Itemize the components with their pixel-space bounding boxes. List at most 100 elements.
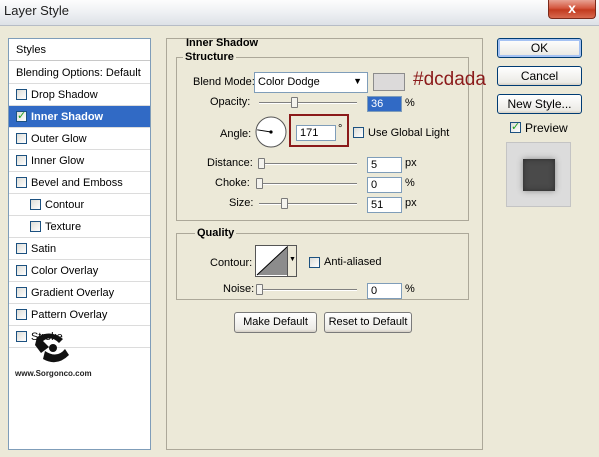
use-global-light-checkbox[interactable] xyxy=(353,127,364,138)
angle-dial[interactable] xyxy=(254,115,288,149)
opacity-unit: % xyxy=(405,97,415,109)
style-item-texture[interactable]: Texture xyxy=(9,216,150,238)
angle-value: 171 xyxy=(300,127,319,139)
ok-label: OK xyxy=(530,41,549,55)
choke-slider-thumb[interactable] xyxy=(256,178,263,189)
section-title: Inner Shadow xyxy=(186,37,259,49)
quality-title: Quality xyxy=(195,227,237,239)
shadow-color-swatch[interactable] xyxy=(373,73,405,91)
blend-mode-select[interactable]: Color Dodge ▼ xyxy=(254,72,368,93)
opacity-slider[interactable] xyxy=(259,102,357,104)
distance-value: 5 xyxy=(371,159,378,171)
choke-label: Choke: xyxy=(215,177,250,189)
style-checkbox-drop-shadow[interactable] xyxy=(16,89,27,100)
style-item-satin[interactable]: Satin xyxy=(9,238,150,260)
angle-input[interactable]: 171 xyxy=(296,125,336,141)
opacity-slider-thumb[interactable] xyxy=(291,97,299,108)
size-label: Size: xyxy=(229,197,254,209)
color-annotation: #dcdada xyxy=(413,69,486,90)
style-checkbox-inner-shadow[interactable] xyxy=(16,109,27,122)
style-checkbox-texture[interactable] xyxy=(30,221,41,232)
contour-label: Contour: xyxy=(210,257,253,269)
chevron-down-icon: ▼ xyxy=(353,76,362,86)
style-checkbox-contour[interactable] xyxy=(30,199,41,210)
style-checkbox-color-overlay[interactable] xyxy=(16,265,27,276)
window-title: Layer Style xyxy=(4,3,70,18)
distance-input[interactable]: 5 xyxy=(367,157,402,173)
style-checkbox-satin[interactable] xyxy=(16,243,27,254)
style-item-inner-shadow[interactable]: Inner Shadow xyxy=(9,106,150,128)
reset-to-default-label: Reset to Default xyxy=(328,316,408,328)
size-slider[interactable] xyxy=(259,203,357,205)
style-label-bevel-and-emboss: Bevel and Emboss xyxy=(31,177,123,189)
reset-to-default-button[interactable]: Reset to Default xyxy=(324,312,412,333)
structure-title: Structure xyxy=(183,51,236,63)
style-label-satin: Satin xyxy=(31,243,57,255)
new-style-label: New Style... xyxy=(507,97,572,111)
cancel-button[interactable]: Cancel xyxy=(497,66,582,86)
choke-value: 0 xyxy=(371,179,378,191)
style-item-contour[interactable]: Contour xyxy=(9,194,150,216)
opacity-value: 36 xyxy=(371,98,384,110)
style-label-inner-glow: Inner Glow xyxy=(31,155,85,167)
choke-input[interactable]: 0 xyxy=(367,177,402,193)
style-item-bevel-and-emboss[interactable]: Bevel and Emboss xyxy=(9,172,150,194)
style-label-inner-shadow: Inner Shadow xyxy=(31,111,104,123)
close-button[interactable]: x xyxy=(548,0,596,19)
size-value: 51 xyxy=(371,199,384,211)
contour-picker[interactable]: ▼ xyxy=(255,245,297,277)
watermark-url: www.Sorgonco.com xyxy=(15,369,92,378)
close-icon: x xyxy=(568,0,576,16)
contour-dropdown[interactable]: ▼ xyxy=(287,246,296,276)
anti-aliased-checkbox[interactable] xyxy=(309,257,320,268)
style-checkbox-gradient-overlay[interactable] xyxy=(16,287,27,298)
ok-button[interactable]: OK xyxy=(497,38,582,58)
noise-label: Noise: xyxy=(223,283,255,295)
noise-slider[interactable] xyxy=(259,289,357,291)
style-item-color-overlay[interactable]: Color Overlay xyxy=(9,260,150,282)
styles-header[interactable]: Styles xyxy=(9,39,150,61)
style-checkbox-pattern-overlay[interactable] xyxy=(16,309,27,320)
noise-slider-thumb[interactable] xyxy=(256,284,263,295)
blending-options-label: Blending Options: Default xyxy=(16,67,141,79)
use-global-light-label: Use Global Light xyxy=(368,127,450,139)
sorgonco-logo xyxy=(31,329,71,367)
style-item-pattern-overlay[interactable]: Pattern Overlay xyxy=(9,304,150,326)
preview-checkbox[interactable] xyxy=(510,120,521,133)
style-label-outer-glow: Outer Glow xyxy=(31,133,87,145)
title-bar: Layer Style x xyxy=(0,0,599,26)
noise-input[interactable]: 0 xyxy=(367,283,402,299)
choke-unit: % xyxy=(405,177,415,189)
inner-shadow-panel: Inner Shadow Structure Blend Mode: Color… xyxy=(166,37,486,450)
angle-label: Angle: xyxy=(220,128,252,140)
size-slider-thumb[interactable] xyxy=(280,198,288,209)
style-item-inner-glow[interactable]: Inner Glow xyxy=(9,150,150,172)
style-checkbox-outer-glow[interactable] xyxy=(16,133,27,144)
style-label-pattern-overlay: Pattern Overlay xyxy=(31,309,108,321)
blending-options-item[interactable]: Blending Options: Default xyxy=(9,62,150,84)
preview-swatch xyxy=(506,142,571,207)
distance-label: Distance: xyxy=(207,157,253,169)
noise-unit: % xyxy=(405,283,415,295)
make-default-button[interactable]: Make Default xyxy=(234,312,317,333)
style-checkbox-bevel-and-emboss[interactable] xyxy=(16,177,27,188)
style-item-outer-glow[interactable]: Outer Glow xyxy=(9,128,150,150)
anti-aliased-label: Anti-aliased xyxy=(324,256,382,268)
style-item-gradient-overlay[interactable]: Gradient Overlay xyxy=(9,282,150,304)
preview-square xyxy=(523,159,555,191)
angle-unit: ° xyxy=(338,123,343,135)
size-input[interactable]: 51 xyxy=(367,197,402,213)
style-label-drop-shadow: Drop Shadow xyxy=(31,89,98,101)
size-unit: px xyxy=(405,197,417,209)
style-label-texture: Texture xyxy=(45,221,82,233)
distance-slider[interactable] xyxy=(259,163,357,165)
style-checkbox-stroke[interactable] xyxy=(16,331,27,342)
choke-slider[interactable] xyxy=(259,183,357,185)
new-style-button[interactable]: New Style... xyxy=(497,94,582,114)
distance-slider-thumb[interactable] xyxy=(257,158,265,169)
opacity-input[interactable]: 36 xyxy=(367,96,402,112)
blend-mode-label: Blend Mode: xyxy=(193,76,255,88)
opacity-label: Opacity: xyxy=(210,96,251,108)
style-item-drop-shadow[interactable]: Drop Shadow xyxy=(9,84,150,106)
style-checkbox-inner-glow[interactable] xyxy=(16,155,27,166)
